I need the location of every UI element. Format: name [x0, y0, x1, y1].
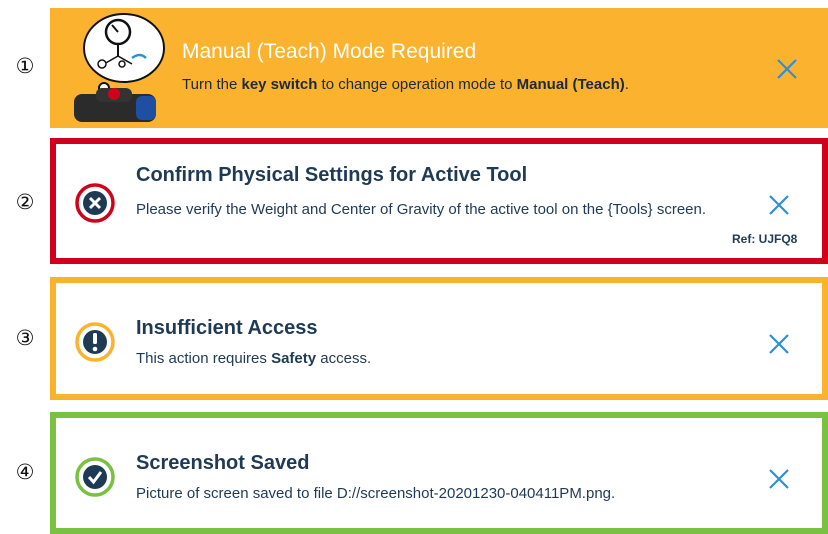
- marker-2: ②: [15, 190, 35, 214]
- banner-insufficient-access: Insufficient Access This action requires…: [50, 277, 828, 400]
- marker-1: ①: [15, 54, 35, 78]
- banner-message: This action requires Safety access.: [136, 350, 372, 367]
- banner-screenshot-saved: Screenshot Saved Picture of screen saved…: [50, 412, 828, 534]
- close-icon[interactable]: [766, 466, 792, 492]
- reference-code: Ref: UJFQ8: [732, 232, 798, 246]
- banner-title: Insufficient Access: [136, 317, 318, 339]
- close-icon[interactable]: [766, 331, 792, 357]
- marker-4: ④: [15, 460, 35, 484]
- banner-message: Turn the key switch to change operation …: [182, 76, 629, 93]
- banner-title: Screenshot Saved: [136, 452, 310, 474]
- teach-pendant-illustration: [74, 13, 165, 122]
- banner-message: Picture of screen saved to file D://scre…: [136, 485, 616, 502]
- close-icon[interactable]: [766, 192, 792, 218]
- close-icon[interactable]: [774, 56, 800, 82]
- marker-3: ③: [15, 326, 35, 350]
- error-icon: [75, 183, 115, 223]
- banner-manual-mode: Manual (Teach) Mode Required Turn the ke…: [50, 8, 828, 128]
- banner-title: Confirm Physical Settings for Active Too…: [136, 164, 528, 186]
- banner-title: Manual (Teach) Mode Required: [182, 40, 477, 63]
- banner-confirm-tool-settings: Confirm Physical Settings for Active Too…: [50, 138, 828, 264]
- success-icon: [75, 457, 115, 497]
- warning-icon: [75, 322, 115, 362]
- banner-message: Please verify the Weight and Center of G…: [136, 201, 707, 218]
